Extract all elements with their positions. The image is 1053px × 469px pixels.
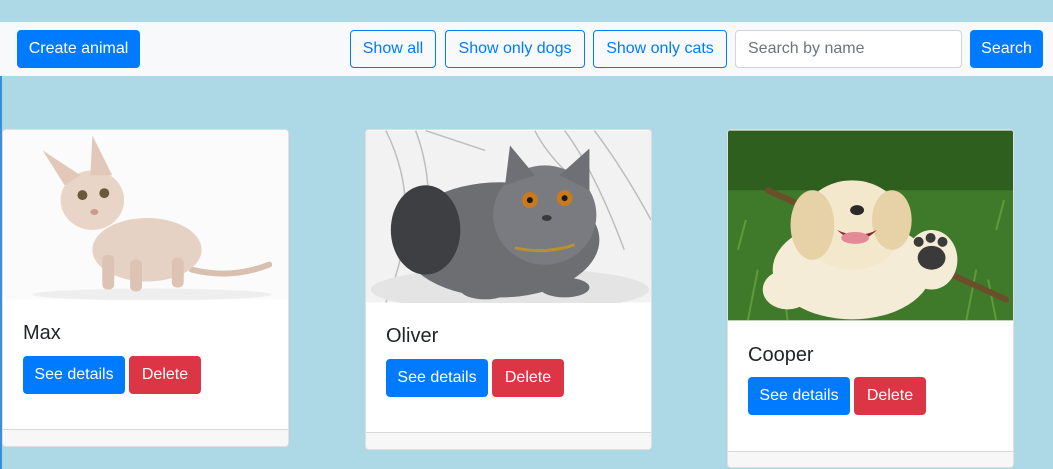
card-footer: [3, 429, 288, 446]
delete-button[interactable]: Delete: [129, 356, 201, 394]
animal-card: Oliver See details Delete: [365, 129, 652, 450]
animal-name: Max: [23, 322, 61, 344]
card-footer: [728, 451, 1013, 467]
search-button[interactable]: Search: [970, 30, 1043, 68]
search-input[interactable]: [735, 30, 962, 68]
animal-card: Max See details Delete: [2, 129, 289, 447]
show-all-button[interactable]: Show all: [350, 30, 436, 68]
delete-button[interactable]: Delete: [492, 359, 564, 397]
see-details-button[interactable]: See details: [748, 377, 850, 415]
card-footer: [366, 432, 651, 449]
delete-button[interactable]: Delete: [854, 377, 926, 415]
dog-photo: [728, 130, 1013, 321]
cat-photo: [366, 130, 651, 303]
see-details-button[interactable]: See details: [386, 359, 488, 397]
cat-photo: [3, 130, 288, 300]
show-only-dogs-button[interactable]: Show only dogs: [445, 30, 585, 68]
see-details-button[interactable]: See details: [23, 356, 125, 394]
animal-card: Cooper See details Delete: [727, 129, 1014, 468]
show-only-cats-button[interactable]: Show only cats: [593, 30, 727, 68]
animal-name: Cooper: [748, 344, 814, 366]
animal-name: Oliver: [386, 325, 439, 347]
create-animal-button[interactable]: Create animal: [17, 30, 140, 68]
top-navbar: Create animal Show all Show only dogs Sh…: [0, 22, 1053, 76]
